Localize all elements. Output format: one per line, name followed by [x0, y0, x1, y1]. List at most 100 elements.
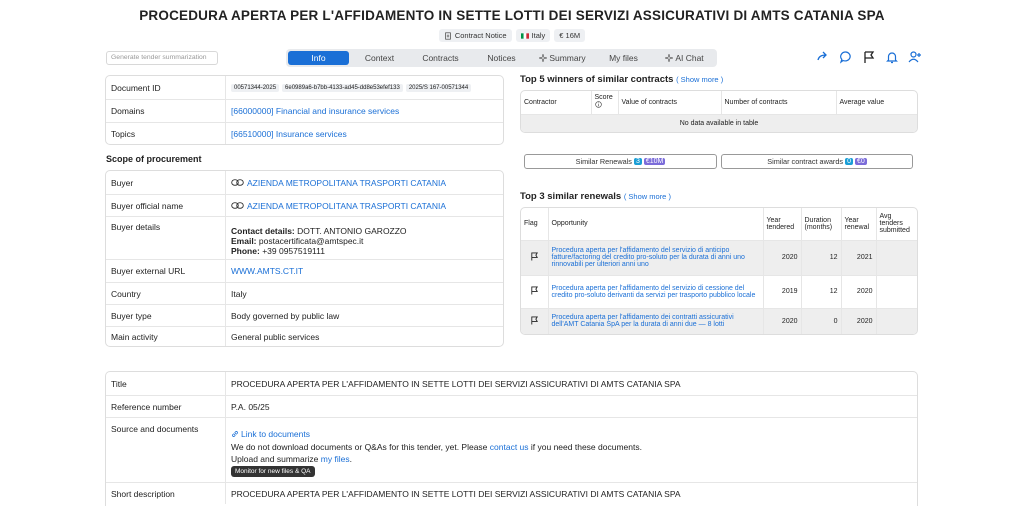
flag-icon[interactable] — [862, 50, 876, 64]
buyer-type-label: Buyer type — [106, 305, 226, 326]
opportunity-link[interactable]: Procedura aperta per l'affidamento del s… — [548, 239, 764, 275]
col-value[interactable]: Value of contracts — [618, 91, 722, 114]
contact-us-link[interactable]: contact us — [490, 442, 529, 452]
info-icon — [594, 101, 602, 108]
year-renewal: 2021 — [841, 239, 877, 275]
summarize-input[interactable]: Generate tender summarization — [106, 51, 218, 65]
title-value: PROCEDURA APERTA PER L'AFFIDAMENTO IN SE… — [231, 378, 681, 389]
document-id-label: Document ID — [106, 76, 226, 99]
winners-table: Contractor Score Value of contracts Numb… — [520, 90, 918, 133]
flag-icon[interactable] — [530, 316, 539, 325]
contact-value: DOTT. ANTONIO GAROZZO — [297, 225, 407, 236]
tab-summary[interactable]: Summary — [532, 51, 593, 65]
col-avg-tenders[interactable]: Avg tenders submitted — [876, 208, 917, 240]
flag-icon[interactable] — [530, 286, 539, 295]
scope-heading: Scope of procurement — [106, 154, 202, 164]
domain-link[interactable]: [66000000] Financial and insurance servi… — [231, 106, 399, 116]
col-year-renewal[interactable]: Year renewal — [841, 208, 877, 240]
source-row: Source and documents Link to documents W… — [106, 417, 917, 482]
col-flag[interactable]: Flag — [521, 208, 549, 240]
reference-row: Reference number P.A. 05/25 — [106, 395, 917, 417]
email-label: Email: — [231, 235, 257, 246]
year-tendered: 2020 — [763, 239, 802, 275]
year-tendered: 2019 — [763, 274, 802, 308]
bell-icon[interactable] — [885, 50, 899, 64]
meta-chips: Contract Notice Italy € 16M — [0, 29, 1024, 42]
upload-text: Upload and summarize — [231, 453, 319, 464]
opportunity-link[interactable]: Procedura aperta per l'affidamento del s… — [548, 274, 764, 308]
notice-type: Contract Notice — [454, 31, 507, 40]
similar-renewals-button[interactable]: Similar Renewals 3 €10M — [524, 154, 717, 169]
col-year-tendered[interactable]: Year tendered — [763, 208, 802, 240]
notice-type-chip: Contract Notice — [438, 29, 512, 42]
col-score[interactable]: Score — [591, 91, 619, 114]
country-chip: Italy — [515, 29, 551, 42]
duration: 0 — [801, 307, 842, 334]
renewals-show-more[interactable]: ( Show more ) — [624, 192, 671, 201]
similar-renewals-label: Similar Renewals — [575, 157, 632, 166]
year-tendered: 2020 — [763, 307, 802, 334]
tender-info-box: Title PROCEDURA APERTA PER L'AFFIDAMENTO… — [105, 371, 918, 506]
buyer-url-link[interactable]: WWW.AMTS.CT.IT — [231, 266, 303, 276]
col-opportunity[interactable]: Opportunity — [548, 208, 764, 240]
similar-awards-button[interactable]: Similar contract awards 0 €0 — [721, 154, 913, 169]
document-id-chip: 2025/S 167-00571344 — [405, 83, 472, 92]
winners-show-more[interactable]: ( Show more ) — [676, 75, 723, 84]
domains-row: Domains [66000000] Financial and insuran… — [106, 99, 503, 122]
col-score-label: Score — [594, 94, 613, 102]
link-icon — [232, 430, 238, 437]
reference-label: Reference number — [106, 396, 226, 417]
share-arrow-icon[interactable] — [816, 50, 830, 64]
short-description-label: Short description — [106, 483, 226, 504]
awards-count-badge: 0 — [845, 158, 853, 165]
short-description-value: PROCEDURA APERTA PER L'AFFIDAMENTO IN SE… — [231, 488, 681, 499]
col-number[interactable]: Number of contracts — [721, 91, 837, 114]
buyer-type-row: Buyer type Body governed by public law — [106, 304, 503, 326]
buyer-url-row: Buyer external URL WWW.AMTS.CT.IT — [106, 259, 503, 282]
country-row: Country Italy — [106, 282, 503, 304]
col-average[interactable]: Average value — [836, 91, 917, 114]
document-id-row: Document ID 00571344-2025 6e0989a6-b7bb-… — [106, 76, 503, 99]
email-value: postacertificata@amtspec.it — [258, 235, 364, 246]
tab-notices[interactable]: Notices — [471, 51, 532, 65]
monitor-button[interactable]: Monitor for new files & QA — [231, 465, 315, 477]
tab-summary-label: Summary — [549, 53, 586, 63]
col-duration[interactable]: Duration (months) — [801, 208, 842, 240]
tab-info[interactable]: Info — [288, 51, 349, 65]
topics-label: Topics — [106, 123, 226, 144]
flag-icon[interactable] — [530, 252, 539, 261]
tab-contracts[interactable]: Contracts — [410, 51, 471, 65]
avg-tenders — [876, 307, 917, 334]
country-label: Country — [106, 283, 226, 304]
title-label: Title — [106, 372, 226, 395]
topic-link[interactable]: [66510000] Insurance services — [231, 129, 347, 139]
tab-ai-chat[interactable]: AI Chat — [654, 51, 715, 65]
col-contractor[interactable]: Contractor — [521, 91, 592, 114]
phone-label: Phone: — [231, 245, 260, 256]
renewal-row: Procedura aperta per l'affidamento dei c… — [521, 307, 917, 334]
reference-value: P.A. 05/25 — [231, 401, 270, 412]
sparkle-icon — [539, 54, 548, 62]
opportunity-link[interactable]: Procedura aperta per l'affidamento dei c… — [548, 307, 764, 334]
buyer-url-label: Buyer external URL — [106, 260, 226, 282]
phone-value: +39 0957519111 — [262, 245, 325, 256]
buyer-link[interactable]: AZIENDA METROPOLITANA TRASPORTI CATANIA — [247, 178, 446, 188]
buyer-official-link[interactable]: AZIENDA METROPOLITANA TRASPORTI CATANIA — [247, 201, 446, 211]
buyer-details-row: Buyer details Contact details: DOTT. ANT… — [106, 216, 503, 259]
domains-label: Domains — [106, 100, 226, 122]
contact-label: Contact details: — [231, 225, 295, 236]
my-files-link[interactable]: my files — [321, 454, 350, 464]
renewals-count-badge: 3 — [633, 158, 642, 165]
avg-tenders — [876, 274, 917, 308]
document-id-values: 00571344-2025 6e0989a6-b7bb-4133-ad45-dd… — [226, 76, 503, 99]
tab-my-files[interactable]: My files — [593, 51, 654, 65]
tab-context[interactable]: Context — [349, 51, 410, 65]
country: Italy — [531, 31, 546, 40]
add-user-icon[interactable] — [908, 50, 922, 64]
comment-icon[interactable] — [839, 50, 853, 64]
duration: 12 — [801, 239, 842, 275]
documents-link[interactable]: Link to documents — [241, 429, 310, 439]
organization-icon — [231, 202, 244, 209]
details-box: Document ID 00571344-2025 6e0989a6-b7bb-… — [105, 75, 504, 145]
tab-ai-chat-label: AI Chat — [675, 53, 704, 63]
